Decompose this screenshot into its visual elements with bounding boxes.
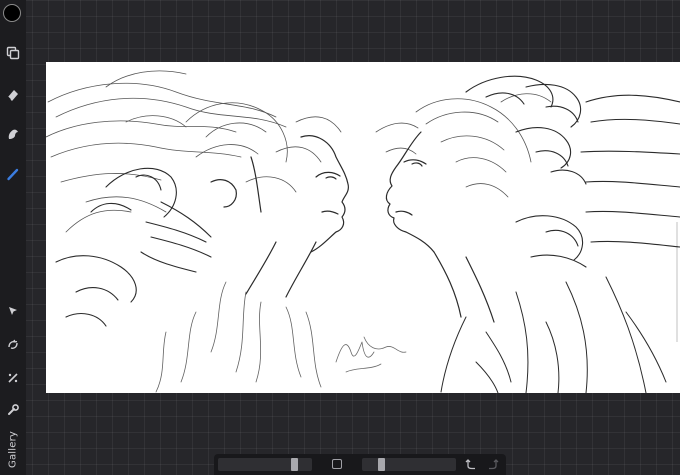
bottom-toolbar [214,454,506,475]
adjustments-icon[interactable] [4,369,22,387]
sidebar: Gallery [0,0,26,475]
gallery-button[interactable]: Gallery [2,428,24,470]
redo-icon[interactable] [486,457,500,471]
layers-icon[interactable] [4,44,22,62]
undo-icon[interactable] [464,457,478,471]
actions-icon[interactable] [4,401,22,419]
brush-icon[interactable] [4,165,22,183]
brush-size-thumb[interactable] [291,458,298,471]
smudge-icon[interactable] [4,125,22,143]
selection-icon[interactable] [4,302,22,320]
drawing-canvas[interactable] [46,62,680,393]
opacity-slider[interactable] [362,458,456,471]
sketch-artwork [46,70,680,393]
eraser-icon[interactable] [4,86,22,104]
color-swatch[interactable] [3,4,21,22]
modify-button[interactable] [332,459,342,469]
canvas-scroll-indicator [676,222,678,342]
opacity-thumb[interactable] [378,458,385,471]
transform-icon[interactable] [4,336,22,354]
brush-size-slider[interactable] [218,458,312,471]
